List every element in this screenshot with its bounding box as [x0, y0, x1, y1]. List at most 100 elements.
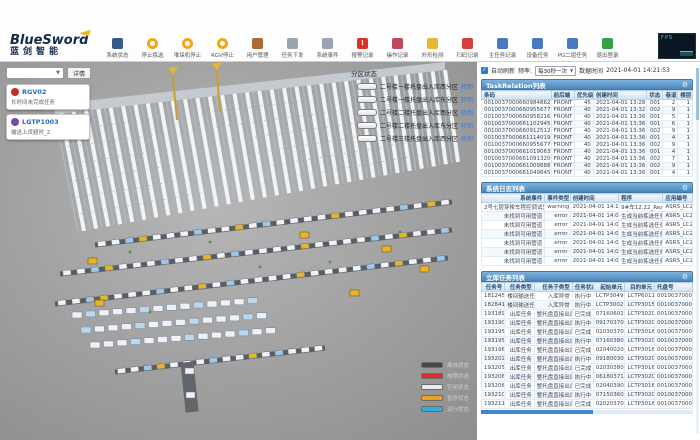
gear-icon[interactable]: ⚙	[682, 272, 688, 282]
table-row[interactable]: 1932067出库任务整托盘直接出库执行中0618037152LCTP30200…	[482, 373, 693, 382]
zone-go-link[interactable]: 转到	[461, 134, 473, 143]
zone-toggle[interactable]	[357, 135, 377, 142]
zone-go-link[interactable]: 转到	[461, 108, 473, 117]
table-row[interactable]: 001003700066104984513FRONT402021-04-01 1…	[482, 170, 693, 177]
detail-button[interactable]: 详情	[67, 67, 91, 79]
column-header[interactable]: 创建时间	[593, 91, 646, 100]
table-row[interactable]: 1932115出库任务整托盘直接出库已完成0202037041LCTP30160…	[482, 400, 693, 409]
column-header[interactable]: 目的单元	[625, 283, 655, 292]
operation-record-icon[interactable]: 操作记录	[380, 38, 415, 59]
task-dispatch-icon[interactable]: 任务下发	[275, 38, 310, 59]
device-alert-card[interactable]: LGTP1003 输送上货超时_2	[6, 114, 90, 140]
table-row[interactable]: 未找到可用管道error2021-04-01 14:06:57生成当前拣选任务信…	[482, 212, 693, 221]
column-header[interactable]: 前后端	[551, 91, 574, 100]
column-header[interactable]: 事件类型	[545, 194, 570, 203]
table-row[interactable]: 1932050出库任务整托盘直接出库已完成0203038011LCTP30160…	[482, 364, 693, 373]
zone-go-link[interactable]: 转到	[461, 82, 473, 91]
table-row[interactable]: 001003700066100988817FRONT402021-04-01 1…	[482, 163, 693, 170]
column-header[interactable]: 任务号	[482, 283, 505, 292]
logout-icon[interactable]: 退出登录	[590, 38, 625, 59]
column-header[interactable]: 应用编号	[663, 194, 693, 203]
zone-toggle[interactable]	[357, 83, 377, 90]
table-row[interactable]: 1932089出库任务整托盘直接出库已完成0204039071LCTP30160…	[482, 382, 693, 391]
table-row[interactable]: 001003700066110294577FRONT402021-04-01 1…	[482, 121, 693, 128]
table-row[interactable]: 001003700066095567763FRONT402021-04-01 1…	[482, 107, 693, 114]
table-row[interactable]: 001003700066091251233FRONT402021-04-01 1…	[482, 128, 693, 135]
auto-refresh-checkbox[interactable]: ✓	[481, 67, 488, 74]
gear-icon[interactable]: ⚙	[682, 80, 688, 90]
zone-go-link[interactable]: 转到	[461, 121, 473, 130]
device-select-dropdown[interactable]: ▼	[6, 67, 64, 79]
cell: LCTP3020	[625, 319, 655, 328]
table-row[interactable]: 001003700066098486219FRONT452021-04-01 1…	[482, 100, 693, 107]
column-header[interactable]: 起始单元	[593, 283, 625, 292]
column-header[interactable]: 系统事件	[482, 194, 545, 203]
scan-record-icon[interactable]: 扫码记录	[450, 38, 485, 59]
column-header[interactable]: 楼层	[678, 91, 693, 100]
system-events-icon[interactable]: 系统事件	[310, 38, 345, 59]
zone-go-link[interactable]: 转到	[461, 95, 473, 104]
column-header[interactable]: 条码	[482, 91, 552, 100]
scrollbar-thumb[interactable]	[481, 410, 593, 414]
column-header[interactable]: 优先级	[574, 91, 593, 100]
cell: 整托盘直接出库	[534, 391, 572, 400]
table-row[interactable]: 001003700066111401963FRONT402021-04-01 1…	[482, 135, 693, 142]
pg-level2-task-icon[interactable]: PG二层任务	[555, 38, 590, 59]
table-row[interactable]: 未找到可用管道error2021-04-01 14:03:56生成当前拣选任务信…	[482, 239, 693, 248]
stop-picking-icon[interactable]: 停止拣选	[135, 38, 170, 59]
device-alert-message: 长时间未完成任务	[11, 98, 85, 106]
gear-icon[interactable]: ⚙	[682, 183, 688, 193]
table-row[interactable]: 001003700066095821627FRONT402021-04-01 1…	[482, 114, 693, 121]
rgv-stop-icon[interactable]: RGV停止	[205, 38, 240, 59]
main-task-record-icon[interactable]: 主任务记录	[485, 38, 520, 59]
table-row[interactable]: 1828411楼间输送任务入库异常执行中LCTP3002LCTP30150010…	[482, 301, 693, 310]
cell: 001003700066608	[654, 292, 692, 301]
alarm-record-icon[interactable]: ! 报警记录	[345, 38, 380, 59]
column-header[interactable]: 任务状态	[572, 283, 593, 292]
horizontal-scrollbar[interactable]	[481, 410, 693, 414]
table-row[interactable]: 未找到可用管道error2021-04-01 14:05:56生成当前拣选任务信…	[482, 221, 693, 230]
profile-detect-icon[interactable]: 外形检测	[415, 38, 450, 59]
stacker-stop-icon[interactable]: 堆垛机停止	[170, 38, 205, 59]
table-row[interactable]: 001003700066095567767FRONT402021-04-01 1…	[482, 142, 693, 149]
column-header[interactable]: 托盘号	[654, 283, 692, 292]
column-header[interactable]: 状态	[646, 91, 663, 100]
table-row[interactable]: 未找到可用管道error2021-04-01 14:04:56生成当前拣选任务信…	[482, 230, 693, 239]
scrollbar-thumb[interactable]	[696, 68, 699, 120]
cell: 001003700066606	[654, 319, 692, 328]
cell: 2021-04-01 14:01:56	[570, 257, 619, 266]
column-header[interactable]: 任务类型	[505, 283, 535, 292]
table-row[interactable]: 1931958出库任务整托盘直接出库执行中0716038042LCTP30200…	[482, 337, 693, 346]
toolbar-icon	[322, 38, 333, 49]
table-row[interactable]: 001003700066101906393FRONT402021-04-01 1…	[482, 149, 693, 156]
column-header[interactable]: 巷道	[663, 91, 678, 100]
warehouse-3d-viewport[interactable]: ▼ 详情 RGV02 长时间未完成任务 LGTP1003 输送上货超时_2 分区…	[0, 62, 477, 440]
table-row[interactable]: 1931891出库任务整托盘直接出库已完成0716060208LCTP30200…	[482, 310, 693, 319]
column-header[interactable]: 创建时间	[570, 194, 619, 203]
table-row[interactable]: 未找到可用管道error2021-04-01 14:02:56生成当前拣选任务信…	[482, 248, 693, 257]
system-status-icon[interactable]: 系统状态	[100, 38, 135, 59]
zone-toggle[interactable]	[357, 96, 377, 103]
device-task-icon[interactable]: 设备任务	[520, 38, 555, 59]
device-alert-card[interactable]: RGV02 长时间未完成任务	[6, 84, 90, 110]
cell: 整托盘直接出库	[534, 400, 572, 409]
table-row[interactable]: 1932101出库任务整托盘直接出库执行中0715036082LCTP30200…	[482, 391, 693, 400]
column-header[interactable]: 程序	[619, 194, 663, 203]
zone-label: 二号楼二楼托盘出入库东分区	[380, 121, 458, 130]
table-row[interactable]: 1931956出库任务整托盘直接出库已完成0203037022LCTP30160…	[482, 328, 693, 337]
table-row[interactable]: 未找到可用管道error2021-04-01 14:01:56生成当前拣选任务信…	[482, 257, 693, 266]
vertical-scrollbar[interactable]	[696, 68, 699, 434]
user-management-icon[interactable]: 用户管理	[240, 38, 275, 59]
table-row[interactable]: 2号七层穿梭车程控调试失败长度warning2021-04-01 14:12:1…	[482, 203, 693, 212]
frequency-select[interactable]: 每30秒一次 ▼	[535, 66, 576, 76]
zone-toggle[interactable]	[357, 122, 377, 129]
table-row[interactable]: 1931960出库任务整托盘直接出库已完成0204002081LCTP30160…	[482, 346, 693, 355]
table-row[interactable]: 1931905出库任务整托盘直接出库执行中0917037061LCTP30200…	[482, 319, 693, 328]
table-row[interactable]: 001003700066109132005FRONT402021-04-01 1…	[482, 156, 693, 163]
table-row[interactable]: 1932025出库任务整托盘直接出库执行中0918003032LCTP30200…	[482, 355, 693, 364]
fps-stats-panel[interactable]: FPS	[658, 33, 696, 59]
table-row[interactable]: 1812454楼间输送任务入库异常执行中LCTP3049LCTP60110010…	[482, 292, 693, 301]
column-header[interactable]: 任务子类型	[534, 283, 572, 292]
zone-toggle[interactable]	[357, 109, 377, 116]
cell: 已完成	[572, 382, 593, 391]
